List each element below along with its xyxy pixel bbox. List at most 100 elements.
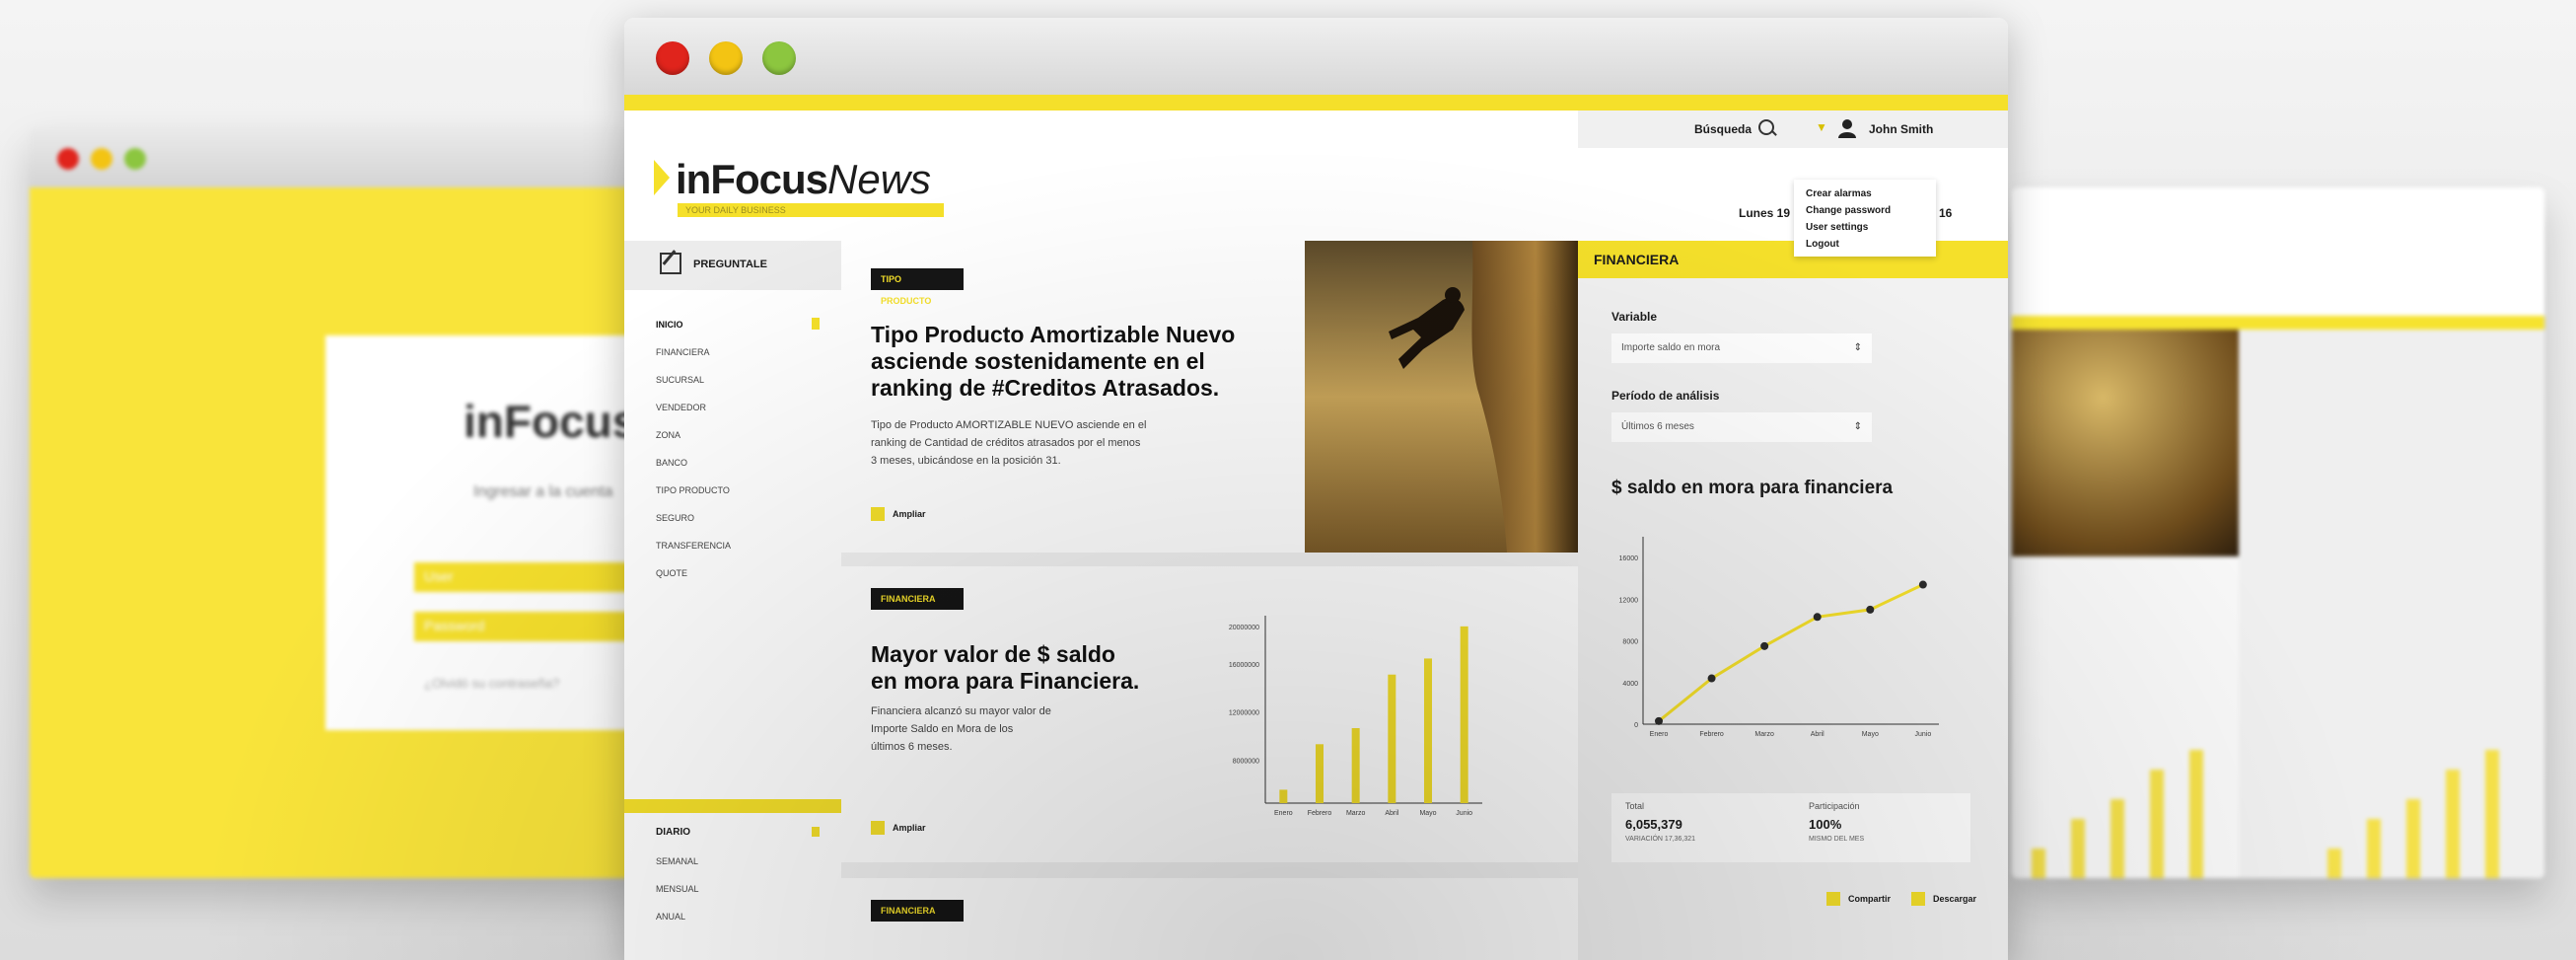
y-tick-label: 20000000: [1229, 625, 1259, 631]
download-button[interactable]: Descargar: [1911, 892, 1976, 906]
ghost-close-dot: [57, 148, 79, 170]
variable-select[interactable]: Importe saldo en mora ⇕: [1611, 333, 1872, 363]
sidebar-item-quote[interactable]: QUOTE: [656, 568, 687, 578]
sidebar-title: PREGUNTALE: [693, 258, 767, 270]
user-name[interactable]: John Smith: [1869, 122, 1933, 136]
article-title-line: ranking de #Creditos Atrasados.: [871, 375, 1220, 401]
header-date-tail: 16: [1939, 206, 1953, 220]
chevron-down-icon[interactable]: ▼: [1816, 120, 1827, 134]
sidebar-item-inicio[interactable]: INICIO: [656, 320, 683, 330]
read-more-link[interactable]: Ampliar: [871, 507, 926, 521]
ghost-min-dot: [91, 148, 112, 170]
x-tick-label: Mayo: [1419, 810, 1436, 817]
y-tick-label: 16000: [1619, 555, 1639, 562]
saldo-line-chart: 0 4000 8000 12000 16000 Enero Febrero Marzo Abri…: [1619, 537, 1939, 738]
data-point: [1866, 605, 1875, 614]
ghost-right-bars-2: [2308, 740, 2535, 878]
share-button[interactable]: Compartir: [1826, 892, 1891, 906]
logo-triangle-icon: [654, 160, 670, 195]
period-select-value: Últimos 6 meses: [1621, 421, 1694, 432]
variable-label: Variable: [1611, 310, 1658, 324]
news-card: FINANCIERA Mayor valor de $ saldo en mor…: [841, 566, 1578, 862]
search-icon[interactable]: [1758, 119, 1774, 135]
maximize-button[interactable]: [762, 41, 796, 75]
news-card: FINANCIERA: [841, 878, 1578, 960]
logo-tagline: YOUR DAILY BUSINESS: [678, 203, 944, 217]
x-tick-label: Marzo: [1346, 810, 1366, 817]
sidebar: PREGUNTALE INICIO FINANCIERA SUCURSAL VE…: [624, 241, 841, 960]
article-body-line: ranking de Cantidad de créditos atrasado…: [871, 437, 1141, 449]
sidebar-item-sucursal[interactable]: SUCURSAL: [656, 375, 704, 385]
ghost-right-band: [2012, 316, 2544, 330]
article-title[interactable]: Mayor valor de $ saldo en mora para Fina…: [871, 641, 1139, 695]
article-title-line: en mora para Financiera.: [871, 668, 1140, 694]
bar: [1316, 744, 1324, 803]
menu-item-user-settings[interactable]: User settings: [1806, 219, 1924, 236]
article-body-line: Importe Saldo en Mora de los: [871, 723, 1014, 735]
article-tag[interactable]: FINANCIERA: [871, 588, 964, 610]
ghost-forgot-link: ¿Olvidó su contraseña?: [424, 676, 560, 691]
sidebar-item-seguro[interactable]: SEGURO: [656, 513, 694, 523]
x-tick-label: Enero: [1274, 810, 1293, 817]
read-more-icon: [871, 507, 885, 521]
sidebar-item-transferencia[interactable]: TRANSFERENCIA: [656, 541, 731, 551]
y-tick-label: 8000: [1622, 639, 1638, 646]
data-point: [1655, 716, 1663, 725]
header-date: Lunes 19: [1739, 206, 1791, 220]
article-tag[interactable]: TIPO PRODUCTO: [871, 268, 964, 306]
stat-label: Participación: [1809, 801, 1860, 811]
download-label: Descargar: [1933, 894, 1977, 904]
climber-photo: [1305, 241, 1578, 553]
site-logo[interactable]: inFocus News YOUR DAILY BUSINESS: [654, 156, 944, 217]
stat-sub: MISMO DEL MES: [1809, 836, 1865, 843]
stat-sub: VARIACIÓN 17,36,321: [1625, 836, 1696, 843]
share-icon: [1826, 892, 1840, 906]
x-tick-label: Junio: [1914, 731, 1931, 738]
edit-icon: [660, 253, 681, 274]
sidebar-item-financiera[interactable]: FINANCIERA: [656, 347, 710, 357]
sidebar-item-tipo-producto[interactable]: TIPO PRODUCTO: [656, 485, 730, 495]
sidebar-item-banco[interactable]: BANCO: [656, 458, 687, 468]
article-title-line: Tipo Producto Amortizable Nuevo: [871, 322, 1236, 347]
article-body-line: últimos 6 meses.: [871, 741, 953, 753]
select-arrows-icon: ⇕: [1853, 421, 1862, 432]
logo-infocus: inFocus: [676, 156, 828, 202]
sidebar-header[interactable]: PREGUNTALE: [624, 241, 841, 290]
menu-item-logout[interactable]: Logout: [1806, 236, 1924, 253]
user-icon[interactable]: [1837, 118, 1857, 138]
x-tick-label: Febrero: [1699, 731, 1724, 738]
article-body-line: 3 meses, ubicándose en la posición 31.: [871, 455, 1061, 467]
header-utility-bar: [1578, 111, 2008, 148]
period-select[interactable]: Últimos 6 meses ⇕: [1611, 412, 1872, 442]
article-tag[interactable]: FINANCIERA: [871, 900, 964, 922]
download-icon: [1911, 892, 1925, 906]
main-window: inFocus News YOUR DAILY BUSINESS Búsqued…: [624, 18, 2008, 960]
menu-item-change-password[interactable]: Change password: [1806, 202, 1924, 219]
ghost-login-card: inFocus Ingresar a la cuenta User Passwo…: [325, 335, 641, 730]
sidebar-period-title[interactable]: DIARIO: [656, 827, 690, 838]
sidebar-item-vendedor[interactable]: VENDEDOR: [656, 403, 706, 412]
search-link[interactable]: Búsqueda: [1694, 122, 1752, 136]
article-title-line: asciende sostenidamente en el: [871, 348, 1205, 374]
sidebar-period-semanal[interactable]: SEMANAL: [656, 856, 698, 866]
sidebar-period-anual[interactable]: ANUAL: [656, 912, 685, 922]
menu-item-create-alarms[interactable]: Crear alarmas: [1806, 185, 1924, 202]
x-tick-label: Junio: [1456, 810, 1472, 817]
read-more-link[interactable]: Ampliar: [871, 821, 926, 835]
bar: [1279, 789, 1288, 803]
article-body: Financiera alcanzó su mayor valor de Imp…: [871, 702, 1051, 756]
ghost-user-field: User: [414, 562, 641, 592]
x-tick-label: Febrero: [1308, 810, 1332, 817]
close-button[interactable]: [656, 41, 689, 75]
y-tick-label: 12000000: [1229, 710, 1259, 717]
sidebar-period-mensual[interactable]: MENSUAL: [656, 884, 699, 894]
stat-value: 100%: [1809, 817, 1842, 832]
ghost-window-dashboard: [2012, 187, 2544, 878]
read-more-label: Ampliar: [893, 823, 926, 833]
sidebar-item-zona[interactable]: ZONA: [656, 430, 680, 440]
read-more-icon: [871, 821, 885, 835]
stats-box: Total 6,055,379 VARIACIÓN 17,36,321 Part…: [1611, 793, 1970, 862]
article-title[interactable]: Tipo Producto Amortizable Nuevo asciende…: [871, 322, 1235, 402]
stat-label: Total: [1625, 801, 1645, 811]
minimize-button[interactable]: [709, 41, 743, 75]
